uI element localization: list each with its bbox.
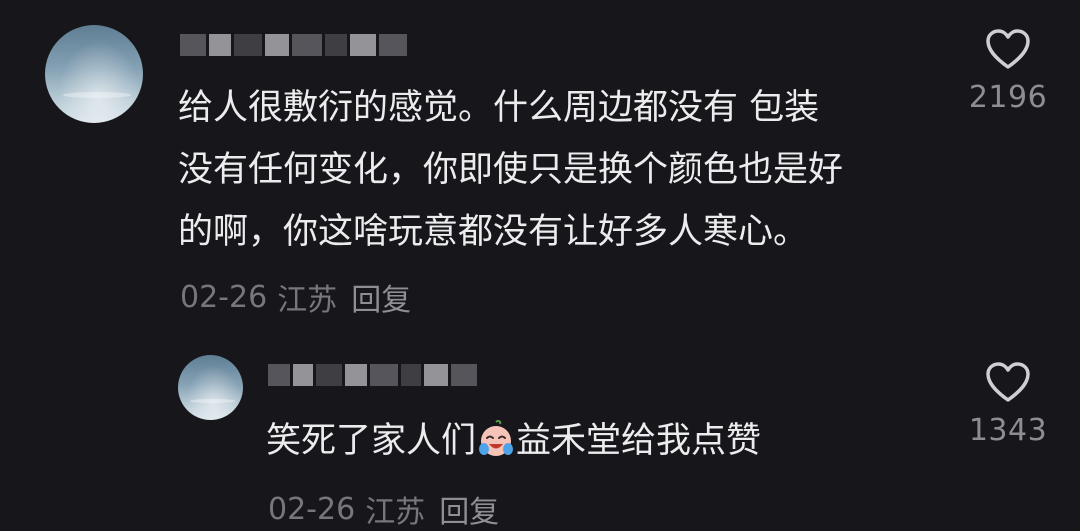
mosaic-block [370, 364, 398, 386]
reply-comment-item: 笑死了家人们 益禾堂给我点赞 02-26 江苏 回复 1343 [0, 330, 1080, 531]
laughing-crying-face-emoji [477, 416, 515, 456]
comment-location: 江苏 [277, 283, 338, 318]
mosaic-block [424, 364, 448, 386]
like-button[interactable]: 2196 [963, 28, 1053, 115]
comment-meta: 02-26 江苏 回复 [268, 487, 499, 531]
comment-date: 02-26 [268, 491, 356, 527]
mosaic-block [345, 364, 367, 386]
heart-outline-icon [985, 361, 1031, 403]
heart-outline-icon [985, 28, 1031, 70]
comment-line: 没有任何变化，你即使只是换个颜色也是好 [178, 150, 844, 190]
comment-meta: 02-26 江苏 回复 [180, 275, 411, 319]
comment-location: 江苏 [365, 495, 426, 530]
comment-text-part: 笑死了家人们 [266, 421, 477, 461]
mosaic-block [268, 364, 290, 386]
mosaic-block [234, 34, 262, 56]
username-redacted[interactable] [268, 362, 477, 388]
mosaic-block [180, 34, 206, 56]
like-count: 2196 [968, 80, 1048, 115]
comment-body[interactable]: 笑死了家人们 益禾堂给我点赞 [266, 410, 761, 472]
reply-button[interactable]: 回复 [439, 487, 499, 531]
mosaic-block [325, 34, 347, 56]
mosaic-block [350, 34, 376, 56]
comment-line: 的啊，你这啥玩意都没有让好多人寒心。 [178, 212, 809, 252]
mosaic-block [379, 34, 407, 56]
comment-text-part: 益禾堂给我点赞 [516, 421, 762, 461]
avatar[interactable] [178, 355, 243, 420]
mosaic-block [451, 364, 477, 386]
comment-line: 给人很敷衍的感觉。什么周边都没有 包装 [178, 88, 820, 128]
reply-button[interactable]: 回复 [351, 275, 411, 319]
mosaic-block [401, 364, 421, 386]
mosaic-block [316, 364, 342, 386]
mosaic-block [292, 34, 322, 56]
mosaic-block [265, 34, 289, 56]
mosaic-block [293, 364, 313, 386]
like-count: 1343 [968, 413, 1048, 448]
username-redacted[interactable] [180, 32, 407, 58]
mosaic-block [209, 34, 231, 56]
comment-body[interactable]: 给人很敷衍的感觉。什么周边都没有 包装 没有任何变化，你即使只是换个颜色也是好 … [178, 77, 843, 263]
comment-item: 给人很敷衍的感觉。什么周边都没有 包装 没有任何变化，你即使只是换个颜色也是好 … [0, 0, 1080, 330]
like-button[interactable]: 1343 [963, 361, 1053, 448]
comment-date: 02-26 [180, 279, 268, 315]
avatar[interactable] [45, 25, 143, 123]
